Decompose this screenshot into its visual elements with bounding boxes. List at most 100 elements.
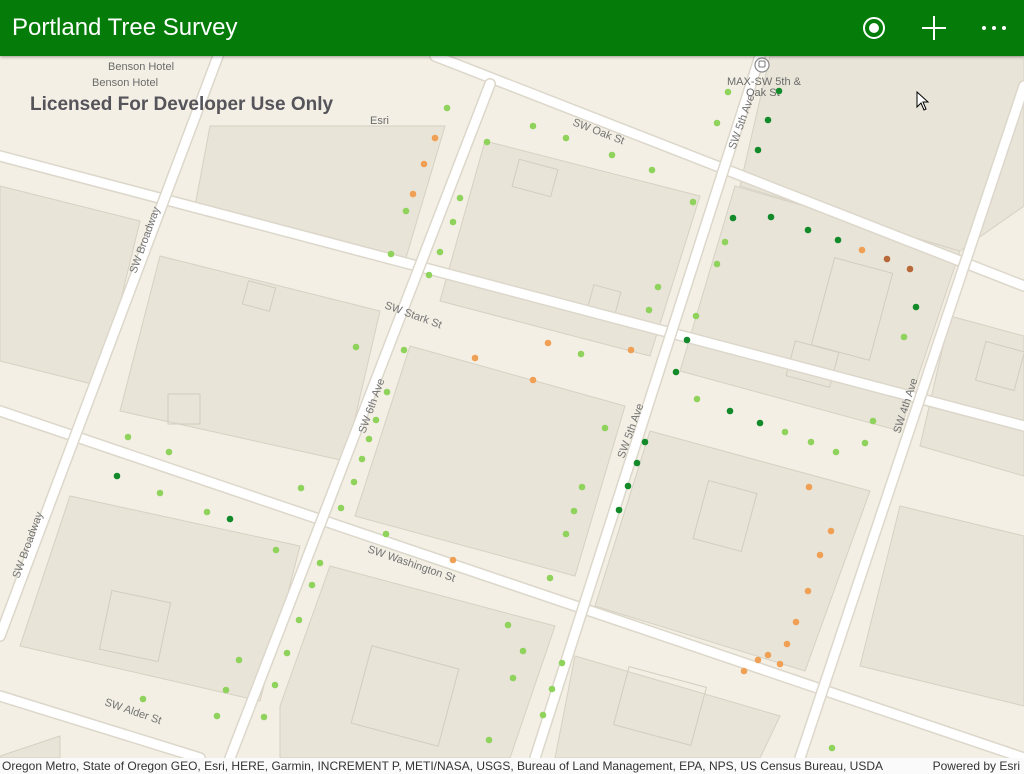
tree-point[interactable] (483, 138, 491, 146)
tree-point[interactable] (804, 587, 812, 595)
tree-point[interactable] (471, 354, 479, 362)
tree-point[interactable] (740, 667, 748, 675)
tree-point[interactable] (828, 744, 836, 752)
tree-point[interactable] (436, 248, 444, 256)
tree-point[interactable] (641, 438, 649, 446)
tree-point[interactable] (577, 350, 585, 358)
tree-point[interactable] (365, 435, 373, 443)
tree-point[interactable] (425, 271, 433, 279)
tree-point[interactable] (400, 346, 408, 354)
tree-point[interactable] (272, 546, 280, 554)
tree-point[interactable] (295, 616, 303, 624)
tree-point[interactable] (615, 506, 623, 514)
tree-point[interactable] (165, 448, 173, 456)
tree-point[interactable] (350, 478, 358, 486)
tree-point[interactable] (519, 647, 527, 655)
tree-point[interactable] (832, 448, 840, 456)
tree-point[interactable] (654, 283, 662, 291)
more-button[interactable] (964, 0, 1024, 56)
tree-point[interactable] (308, 581, 316, 589)
tree-point[interactable] (781, 428, 789, 436)
locate-button[interactable] (844, 0, 904, 56)
tree-point[interactable] (861, 439, 869, 447)
tree-point[interactable] (337, 504, 345, 512)
tree-point[interactable] (546, 574, 554, 582)
tree-point[interactable] (906, 265, 914, 273)
powered-by-esri[interactable]: Powered by Esri (933, 758, 1020, 774)
tree-point[interactable] (529, 376, 537, 384)
tree-point[interactable] (124, 433, 132, 441)
tree-point[interactable] (544, 339, 552, 347)
tree-point[interactable] (562, 134, 570, 142)
tree-point[interactable] (601, 424, 609, 432)
tree-point[interactable] (754, 656, 762, 664)
tree-point[interactable] (756, 419, 764, 427)
tree-point[interactable] (792, 618, 800, 626)
tree-point[interactable] (775, 87, 783, 95)
tree-point[interactable] (764, 651, 772, 659)
tree-point[interactable] (858, 246, 866, 254)
tree-point[interactable] (383, 388, 391, 396)
tree-point[interactable] (633, 459, 641, 467)
tree-point[interactable] (449, 218, 457, 226)
tree-point[interactable] (729, 214, 737, 222)
tree-point[interactable] (382, 530, 390, 538)
tree-point[interactable] (113, 472, 121, 480)
tree-point[interactable] (504, 621, 512, 629)
tree-point[interactable] (529, 122, 537, 130)
tree-point[interactable] (883, 255, 891, 263)
tree-point[interactable] (693, 395, 701, 403)
tree-point[interactable] (692, 312, 700, 320)
tree-point[interactable] (485, 736, 493, 744)
tree-point[interactable] (509, 674, 517, 682)
tree-point[interactable] (767, 213, 775, 221)
tree-point[interactable] (443, 104, 451, 112)
tree-point[interactable] (548, 685, 556, 693)
tree-point[interactable] (648, 166, 656, 174)
tree-point[interactable] (235, 656, 243, 664)
tree-point[interactable] (807, 438, 815, 446)
tree-point[interactable] (358, 455, 366, 463)
tree-point[interactable] (316, 559, 324, 567)
tree-point[interactable] (226, 515, 234, 523)
tree-point[interactable] (431, 134, 439, 142)
tree-point[interactable] (645, 306, 653, 314)
tree-point[interactable] (420, 160, 428, 168)
tree-point[interactable] (402, 207, 410, 215)
tree-point[interactable] (713, 260, 721, 268)
tree-point[interactable] (260, 713, 268, 721)
tree-point[interactable] (834, 236, 842, 244)
tree-point[interactable] (271, 681, 279, 689)
tree-point[interactable] (409, 190, 417, 198)
tree-point[interactable] (562, 530, 570, 538)
tree-point[interactable] (449, 556, 457, 564)
tree-point[interactable] (352, 343, 360, 351)
tree-point[interactable] (764, 116, 772, 124)
tree-point[interactable] (816, 551, 824, 559)
tree-point[interactable] (805, 483, 813, 491)
tree-point[interactable] (804, 226, 812, 234)
tree-point[interactable] (713, 119, 721, 127)
tree-point[interactable] (608, 151, 616, 159)
tree-point[interactable] (222, 686, 230, 694)
tree-point[interactable] (297, 484, 305, 492)
add-button[interactable] (904, 0, 964, 56)
tree-point[interactable] (672, 368, 680, 376)
tree-point[interactable] (539, 711, 547, 719)
tree-point[interactable] (387, 250, 395, 258)
tree-point[interactable] (776, 660, 784, 668)
tree-point[interactable] (689, 198, 697, 206)
tree-point[interactable] (721, 238, 729, 246)
tree-point[interactable] (724, 88, 732, 96)
tree-point[interactable] (726, 407, 734, 415)
tree-point[interactable] (783, 640, 791, 648)
tree-point[interactable] (900, 333, 908, 341)
tree-point[interactable] (627, 346, 635, 354)
tree-point[interactable] (156, 489, 164, 497)
tree-point[interactable] (683, 336, 691, 344)
tree-point[interactable] (578, 483, 586, 491)
tree-point[interactable] (558, 659, 566, 667)
tree-point[interactable] (203, 508, 211, 516)
tree-point[interactable] (456, 194, 464, 202)
tree-point[interactable] (283, 649, 291, 657)
